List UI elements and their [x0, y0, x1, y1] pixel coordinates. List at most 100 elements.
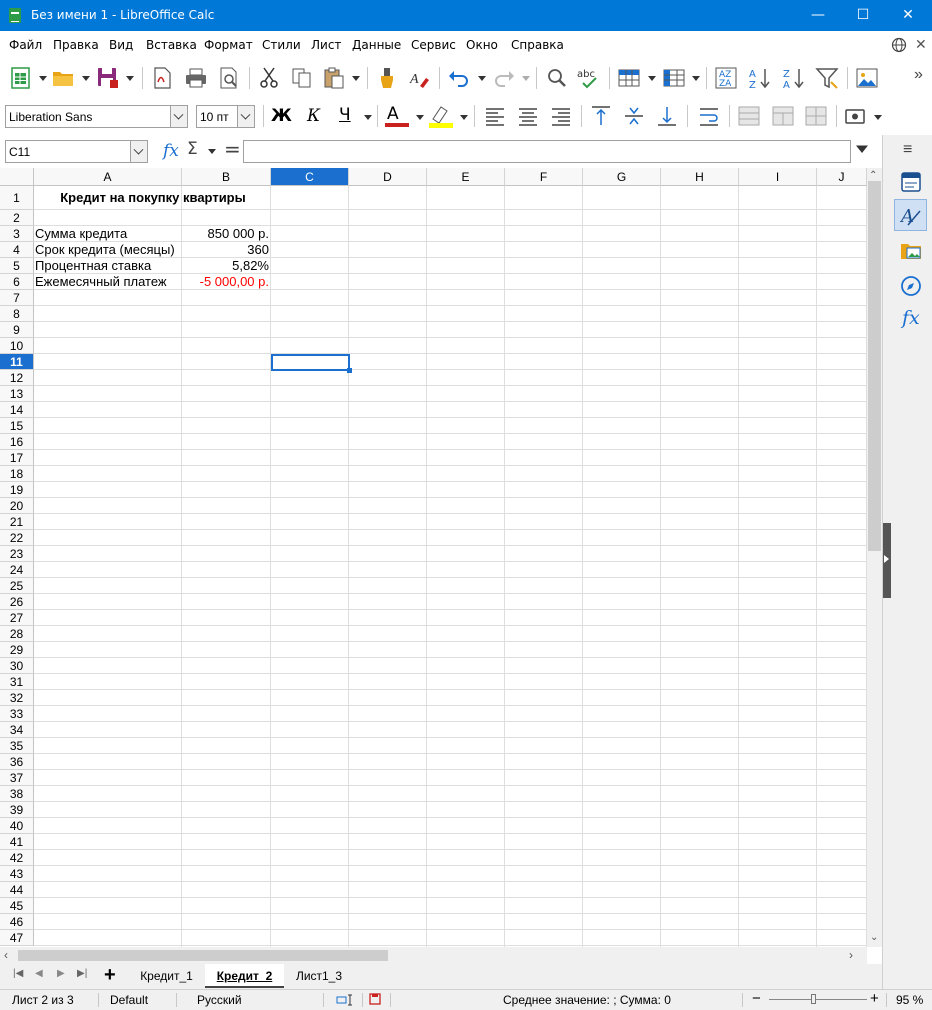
align-left-icon[interactable] — [483, 104, 507, 128]
maximize-button[interactable]: ☐ — [840, 0, 886, 31]
cell-B5[interactable]: 5,82% — [183, 258, 269, 274]
row-header-20[interactable]: 20 — [0, 498, 34, 514]
minimize-button[interactable]: — — [795, 0, 841, 31]
scroll-up-icon[interactable]: ⌃ — [869, 170, 877, 181]
redo-dropdown-icon[interactable] — [522, 76, 530, 82]
row-header-18[interactable]: 18 — [0, 466, 34, 482]
row-header-24[interactable]: 24 — [0, 562, 34, 578]
select-all-corner[interactable] — [0, 168, 34, 186]
close-button[interactable]: ✕ — [885, 0, 931, 31]
close-document-icon[interactable]: ✕ — [915, 36, 927, 53]
add-sheet-icon[interactable]: + — [104, 964, 116, 987]
row-header-23[interactable]: 23 — [0, 546, 34, 562]
name-box[interactable]: C11 — [5, 140, 148, 163]
row-header-21[interactable]: 21 — [0, 514, 34, 530]
menu-window[interactable]: Окно — [466, 38, 498, 52]
font-color-button[interactable]: A — [387, 104, 399, 124]
font-size-box[interactable]: 10 пт — [196, 105, 255, 128]
new-dropdown-icon[interactable] — [39, 76, 47, 82]
scroll-down-icon[interactable]: ⌄ — [870, 932, 878, 943]
align-right-icon[interactable] — [549, 104, 573, 128]
number-format-dropdown-icon[interactable] — [874, 115, 882, 121]
row-header-29[interactable]: 29 — [0, 642, 34, 658]
function-wizard-icon[interactable]: fx — [163, 141, 179, 161]
row-header-16[interactable]: 16 — [0, 434, 34, 450]
menu-file[interactable]: Файл — [9, 38, 42, 52]
document-modified-icon[interactable] — [369, 993, 381, 1005]
formula-icon[interactable]: = — [224, 137, 241, 161]
properties-icon[interactable] — [900, 171, 922, 193]
unmerge-cells-icon[interactable] — [804, 104, 828, 128]
row-header-27[interactable]: 27 — [0, 610, 34, 626]
language-status[interactable]: Русский — [197, 993, 242, 1007]
row-header-8[interactable]: 8 — [0, 306, 34, 322]
row-header-11[interactable]: 11 — [0, 354, 34, 370]
row-header-38[interactable]: 38 — [0, 786, 34, 802]
cell-B6[interactable]: -5 000,00 р. — [183, 274, 269, 290]
next-sheet-icon[interactable]: ▶ — [57, 968, 65, 979]
paste-icon[interactable] — [322, 66, 346, 90]
row-header-30[interactable]: 30 — [0, 658, 34, 674]
sum-icon[interactable]: Σ — [187, 139, 198, 159]
menu-styles[interactable]: Стили — [262, 38, 301, 52]
functions-icon[interactable]: fx — [902, 307, 920, 329]
globe-icon[interactable] — [891, 37, 907, 53]
gallery-icon[interactable] — [900, 239, 922, 261]
row-header-14[interactable]: 14 — [0, 402, 34, 418]
row-header-3[interactable]: 3 — [0, 226, 34, 242]
save-dropdown-icon[interactable] — [126, 76, 134, 82]
italic-button[interactable]: К — [307, 106, 320, 126]
sheet-tab-kredit-1[interactable]: Кредит_1 — [130, 964, 203, 988]
sheet-tab-list1-3[interactable]: Лист1_3 — [286, 964, 352, 988]
row-header-15[interactable]: 15 — [0, 418, 34, 434]
column-icon[interactable] — [662, 66, 686, 90]
sort-icon[interactable]: AZZA — [714, 66, 738, 90]
highlight-color-icon[interactable] — [429, 104, 453, 128]
row-header-26[interactable]: 26 — [0, 594, 34, 610]
redo-icon[interactable] — [492, 66, 516, 90]
cell-B4[interactable]: 360 — [183, 242, 269, 258]
cell-B3[interactable]: 850 000 р. — [183, 226, 269, 242]
underline-dropdown-icon[interactable] — [364, 115, 372, 121]
sort-ascending-icon[interactable]: AZ — [748, 66, 772, 90]
menu-format[interactable]: Формат — [204, 38, 253, 52]
row-header-36[interactable]: 36 — [0, 754, 34, 770]
underline-button[interactable]: Ч — [339, 105, 351, 125]
zoom-level-status[interactable]: 95 % — [896, 993, 923, 1007]
menu-view[interactable]: Вид — [109, 38, 133, 52]
row-header-12[interactable]: 12 — [0, 370, 34, 386]
row-header-34[interactable]: 34 — [0, 722, 34, 738]
column-header-i[interactable]: I — [739, 168, 817, 186]
vertical-scroll-thumb[interactable] — [868, 181, 881, 551]
column-header-a[interactable]: A — [34, 168, 182, 186]
number-format-icon[interactable] — [844, 104, 868, 128]
cell-A6[interactable]: Ежемесячный платеж — [35, 274, 182, 290]
zoom-slider-track[interactable] — [769, 999, 867, 1000]
highlight-dropdown-icon[interactable] — [460, 115, 468, 121]
sum-dropdown-icon[interactable] — [208, 149, 216, 155]
column-header-d[interactable]: D — [349, 168, 427, 186]
column-header-f[interactable]: F — [505, 168, 583, 186]
horizontal-scroll-thumb[interactable] — [18, 950, 388, 961]
new-spreadsheet-icon[interactable] — [9, 66, 33, 90]
font-name-box[interactable]: Liberation Sans — [5, 105, 188, 128]
align-center-icon[interactable] — [516, 104, 540, 128]
row-header-47[interactable]: 47 — [0, 930, 34, 946]
selection-mode-icon[interactable] — [336, 994, 354, 1006]
column-header-j[interactable]: J — [817, 168, 867, 186]
open-folder-icon[interactable] — [51, 66, 75, 90]
find-replace-icon[interactable] — [545, 66, 569, 90]
clone-formatting-icon[interactable] — [375, 66, 399, 90]
row-header-17[interactable]: 17 — [0, 450, 34, 466]
copy-icon[interactable] — [290, 66, 314, 90]
styles-panel-button[interactable]: A — [894, 199, 927, 231]
menu-data[interactable]: Данные — [352, 38, 401, 52]
row-header-6[interactable]: 6 — [0, 274, 34, 290]
row-header-4[interactable]: 4 — [0, 242, 34, 258]
insert-image-icon[interactable] — [855, 66, 879, 90]
row-header-40[interactable]: 40 — [0, 818, 34, 834]
row-header-28[interactable]: 28 — [0, 626, 34, 642]
center-vertically-icon[interactable] — [622, 104, 646, 128]
row-header-41[interactable]: 41 — [0, 834, 34, 850]
row-header-7[interactable]: 7 — [0, 290, 34, 306]
